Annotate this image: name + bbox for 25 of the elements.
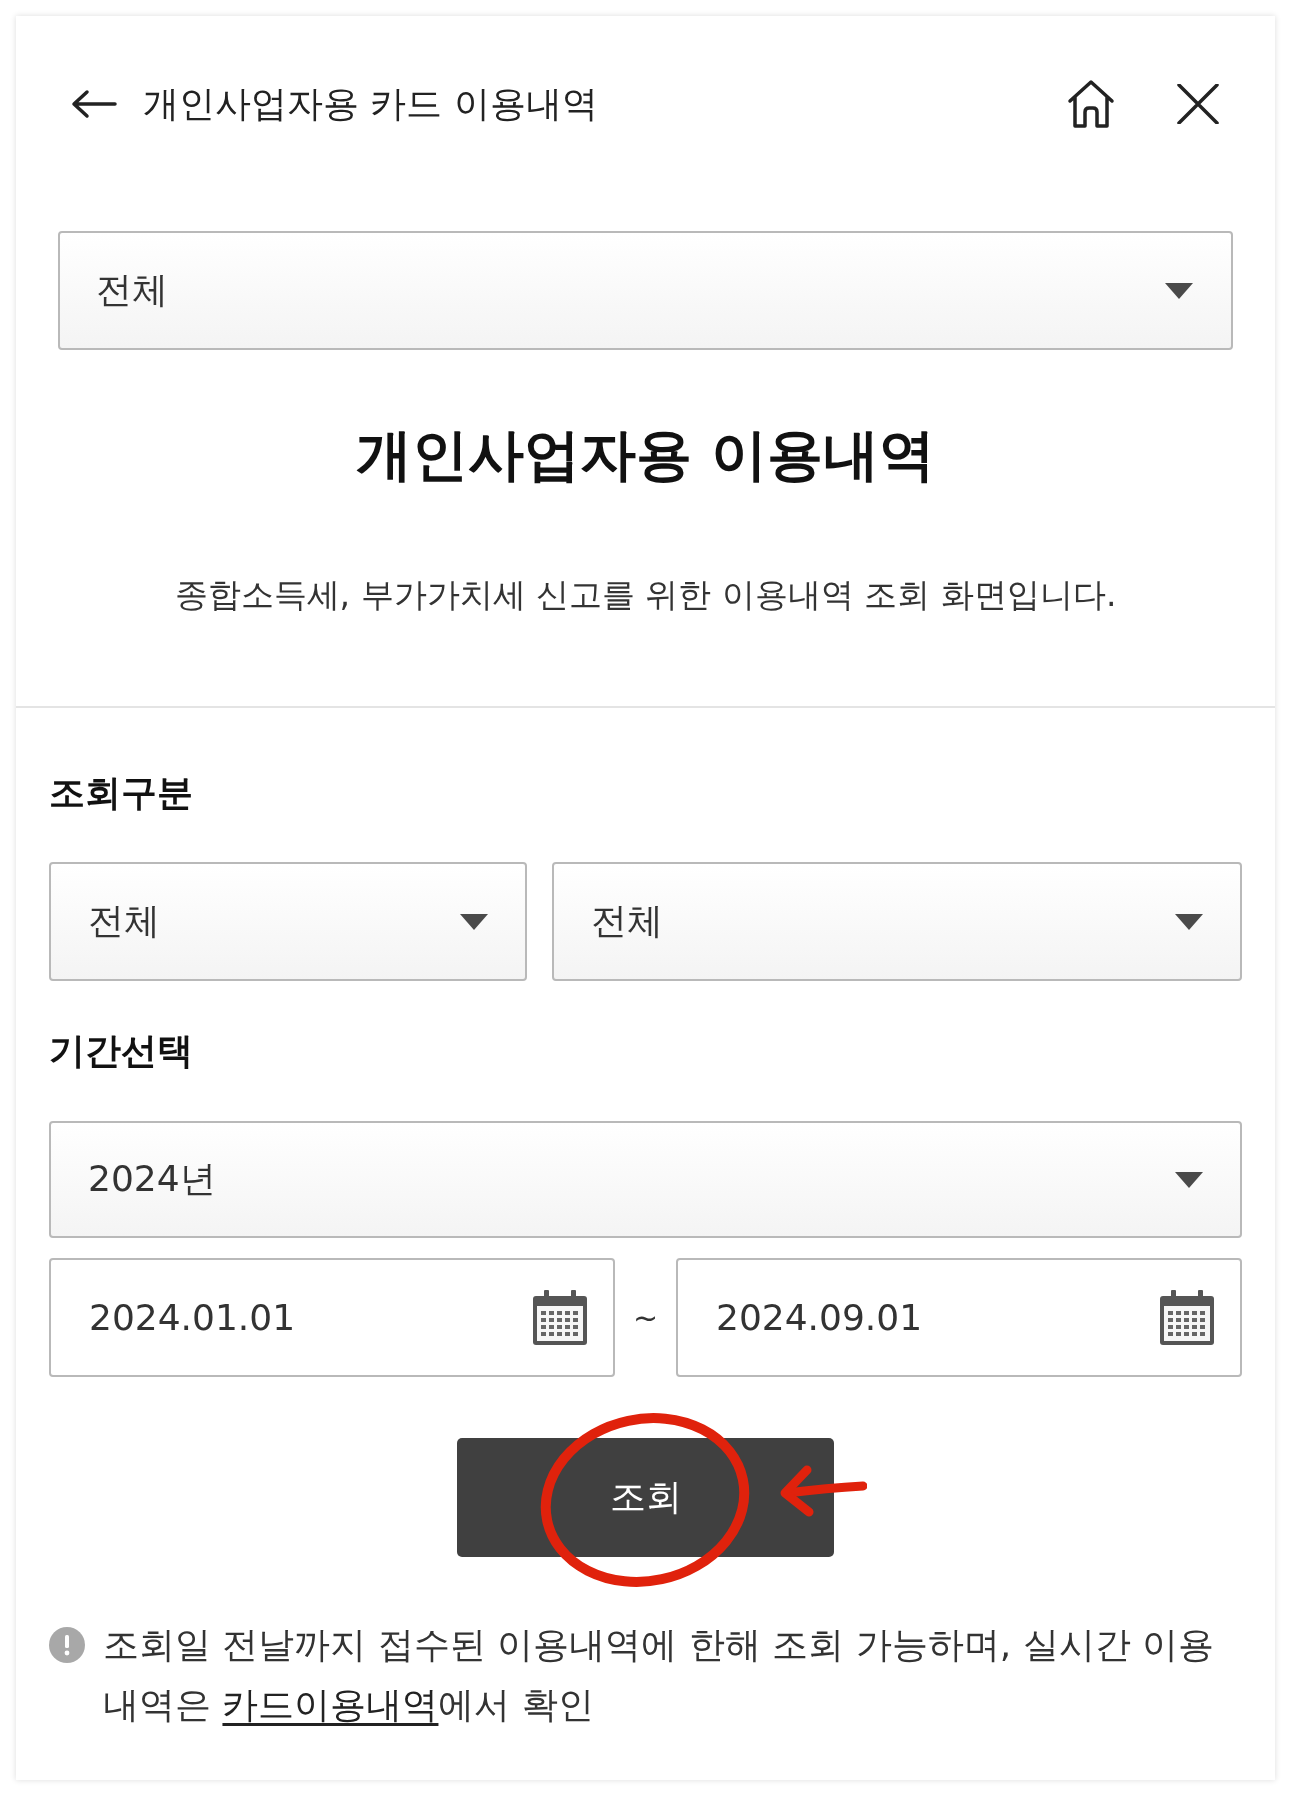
- type-select[interactable]: 전체: [552, 862, 1242, 981]
- home-icon[interactable]: [1066, 79, 1116, 129]
- notice-text: 조회일 전날까지 접수된 이용내역에 한해 조회 가능하며, 실시간 이용내역은 카드이용내역에서 확인: [103, 1623, 1215, 1727]
- end-date-field[interactable]: 2024.09.01: [676, 1258, 1242, 1377]
- description-text: 종합소득세, 부가가치세 신고를 위한 이용내역 조회 화면입니다.: [174, 574, 1117, 616]
- caret-icon: [1175, 913, 1203, 930]
- close-icon[interactable]: [1177, 84, 1219, 124]
- page-title: 개인사업자용 카드 이용내역: [143, 82, 598, 126]
- search-button[interactable]: 조회: [457, 1438, 834, 1557]
- info-icon: [49, 1627, 85, 1663]
- field-label: 기간선택: [49, 1029, 193, 1073]
- page-heading: 개인사업자용 이용내역: [355, 421, 936, 489]
- year-select[interactable]: 2024년: [49, 1121, 1242, 1238]
- caret-icon: [1165, 282, 1193, 299]
- type-select[interactable]: 전체: [49, 862, 527, 981]
- calendar-icon[interactable]: [532, 1289, 588, 1346]
- caret-icon: [460, 913, 488, 930]
- card-select[interactable]: 전체: [58, 231, 1233, 350]
- caret-icon: [1175, 1171, 1203, 1188]
- calendar-icon[interactable]: [1159, 1289, 1215, 1346]
- card-history-link[interactable]: 카드이용내역: [222, 1684, 439, 1725]
- range-separator: ~: [632, 1300, 659, 1335]
- field-label: 조회구분: [49, 771, 193, 815]
- start-date-field[interactable]: 2024.01.01: [49, 1258, 615, 1377]
- back-arrow-icon[interactable]: [71, 89, 117, 119]
